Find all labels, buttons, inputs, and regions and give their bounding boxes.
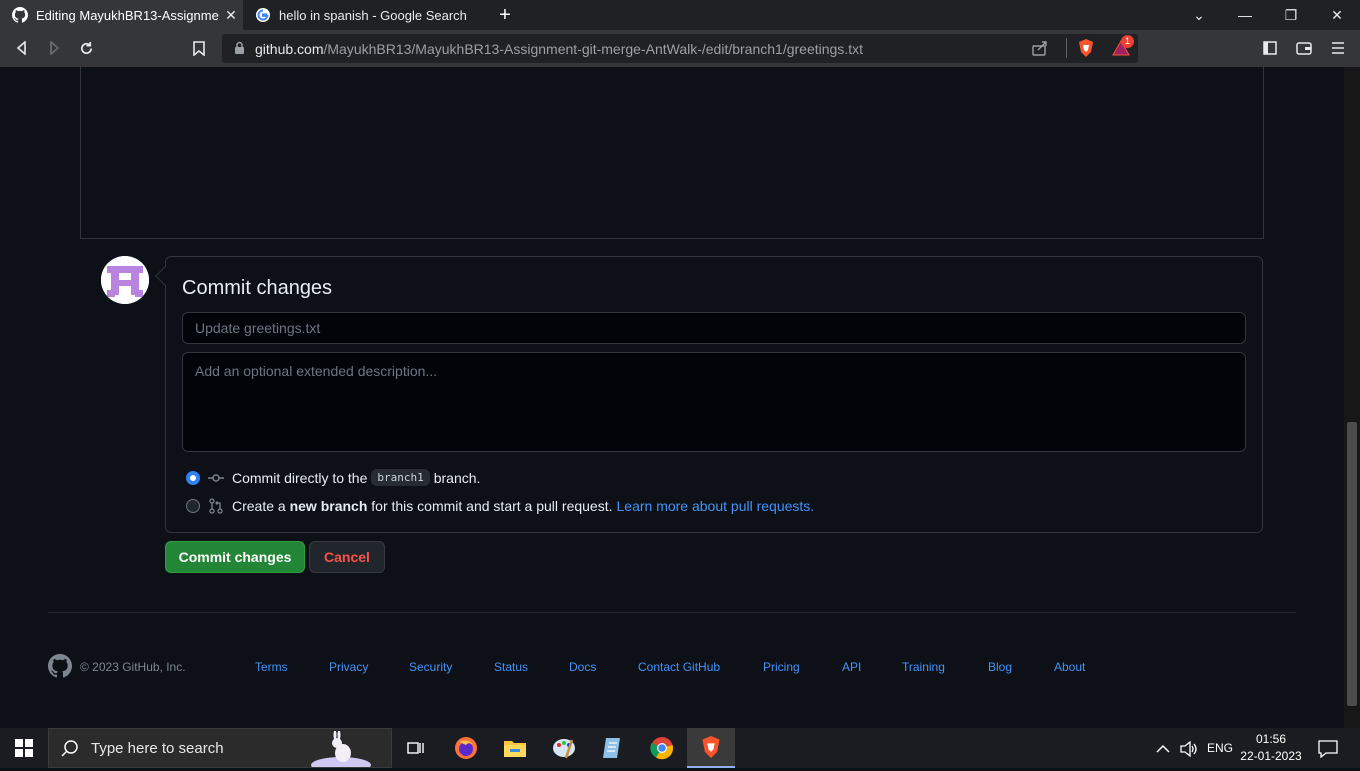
- minimize-button[interactable]: —: [1222, 0, 1268, 30]
- learn-pull-requests-link[interactable]: Learn more about pull requests.: [617, 498, 815, 514]
- commit-direct-radio[interactable]: [186, 470, 200, 485]
- notification-icon[interactable]: [1318, 728, 1338, 768]
- taskbar-clock[interactable]: 01:56 22-01-2023: [1236, 731, 1306, 765]
- reload-button[interactable]: [74, 36, 98, 60]
- restore-button[interactable]: ❐: [1268, 0, 1314, 30]
- volume-icon[interactable]: [1180, 728, 1198, 768]
- panel-pointer: [155, 266, 175, 286]
- windows-start-icon[interactable]: [0, 728, 48, 768]
- footer-link-security[interactable]: Security: [409, 660, 452, 674]
- branch-name: branch1: [371, 469, 430, 486]
- git-commit-icon: [208, 470, 224, 486]
- commit-changes-panel: Commit changes Commit directly to the br…: [155, 256, 1263, 533]
- commit-heading: Commit changes: [182, 277, 333, 299]
- tab-github-edit[interactable]: Editing MayukhBR13-Assignment ✕: [0, 0, 243, 30]
- page-scrollbar[interactable]: [1344, 67, 1360, 728]
- close-tab-icon[interactable]: ✕: [219, 7, 243, 24]
- commit-direct-option[interactable]: Commit directly to the branch1 branch.: [186, 469, 480, 486]
- footer-link-pricing[interactable]: Pricing: [763, 660, 800, 674]
- file-explorer-icon[interactable]: [491, 728, 539, 768]
- task-view-icon[interactable]: [392, 728, 440, 768]
- google-icon: [255, 7, 271, 23]
- github-logo-icon[interactable]: [48, 654, 72, 678]
- browser-toolbar: github.com/MayukhBR13/MayukhBR13-Assignm…: [0, 30, 1360, 67]
- search-icon: [61, 739, 79, 757]
- share-icon[interactable]: [1032, 40, 1048, 61]
- paint-icon[interactable]: [540, 728, 588, 768]
- footer-link-api[interactable]: API: [842, 660, 861, 674]
- page-viewport: Commit changes Commit directly to the br…: [0, 67, 1344, 728]
- firefox-icon[interactable]: [442, 728, 490, 768]
- commit-direct-suffix: branch.: [433, 469, 481, 486]
- browser-tab-bar: Editing MayukhBR13-Assignment ✕ hello in…: [0, 0, 1360, 30]
- footer-link-contact[interactable]: Contact GitHub: [638, 660, 720, 674]
- url-text: github.com/MayukhBR13/MayukhBR13-Assignm…: [255, 41, 863, 57]
- show-hidden-icons-icon[interactable]: [1156, 728, 1170, 768]
- footer-divider: [48, 612, 1296, 613]
- lock-icon[interactable]: [234, 41, 245, 60]
- back-button[interactable]: [10, 36, 34, 60]
- language-indicator[interactable]: ENG: [1207, 728, 1233, 768]
- notepad-icon[interactable]: [589, 728, 637, 768]
- sidebar-icon[interactable]: [1258, 36, 1282, 60]
- chrome-icon[interactable]: [638, 728, 686, 768]
- avatar[interactable]: [101, 256, 149, 304]
- footer-link-blog[interactable]: Blog: [988, 660, 1012, 674]
- new-branch-suffix: for this commit and start a pull request…: [371, 498, 613, 514]
- footer-link-docs[interactable]: Docs: [569, 660, 596, 674]
- footer-link-terms[interactable]: Terms: [255, 660, 288, 674]
- new-branch-radio[interactable]: [186, 499, 200, 513]
- new-branch-prefix: Create a: [232, 498, 286, 514]
- tab-title: hello in spanish - Google Search: [279, 7, 467, 23]
- bookmark-icon[interactable]: [187, 36, 211, 60]
- new-branch-bold: new branch: [289, 498, 368, 514]
- scrollbar-thumb[interactable]: [1347, 422, 1357, 706]
- cancel-button[interactable]: Cancel: [309, 541, 385, 573]
- address-bar[interactable]: github.com/MayukhBR13/MayukhBR13-Assignm…: [222, 34, 1138, 63]
- github-icon: [12, 7, 28, 23]
- clock-time: 01:56: [1255, 732, 1287, 746]
- footer-link-status[interactable]: Status: [494, 660, 528, 674]
- windows-taskbar: Type here to search ENG 01:56 22-01-2023: [0, 728, 1360, 771]
- tab-search-icon[interactable]: ⌄: [1176, 0, 1222, 30]
- footer-link-about[interactable]: About: [1054, 660, 1085, 674]
- new-tab-button[interactable]: +: [493, 3, 517, 27]
- menu-icon[interactable]: [1326, 36, 1350, 60]
- address-bar-divider: [1066, 38, 1067, 58]
- wallet-icon[interactable]: [1292, 36, 1316, 60]
- footer-copyright: © 2023 GitHub, Inc.: [80, 660, 186, 674]
- commit-changes-button[interactable]: Commit changes: [165, 541, 305, 573]
- rewards-count-badge: 1: [1121, 35, 1134, 48]
- file-editor-area[interactable]: [80, 67, 1264, 239]
- footer-link-training[interactable]: Training: [902, 660, 945, 674]
- git-pull-request-icon: [208, 498, 224, 514]
- commit-description-input[interactable]: [182, 352, 1246, 452]
- tab-google-search[interactable]: hello in spanish - Google Search: [243, 0, 483, 30]
- commit-direct-prefix: Commit directly to the: [232, 469, 368, 486]
- brave-shields-icon[interactable]: [1078, 39, 1094, 62]
- taskbar-search-box[interactable]: Type here to search: [48, 728, 392, 771]
- search-highlight-icon: [311, 730, 371, 771]
- footer-link-privacy[interactable]: Privacy: [329, 660, 368, 674]
- forward-button[interactable]: [42, 36, 66, 60]
- commit-summary-input[interactable]: [182, 312, 1246, 344]
- brave-taskbar-icon[interactable]: [687, 728, 735, 768]
- tab-title: Editing MayukhBR13-Assignment: [36, 7, 219, 23]
- new-branch-option[interactable]: Create a new branch for this commit and …: [186, 498, 814, 514]
- clock-date: 22-01-2023: [1240, 749, 1302, 763]
- close-window-button[interactable]: ✕: [1314, 0, 1360, 30]
- taskbar-search-placeholder: Type here to search: [91, 739, 224, 757]
